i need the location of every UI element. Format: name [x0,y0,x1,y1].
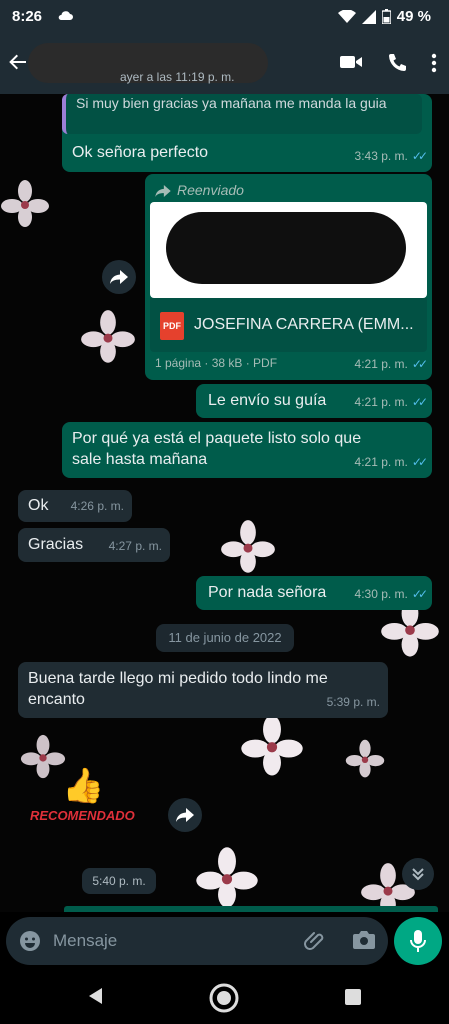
scroll-to-bottom-button[interactable] [402,858,434,890]
forwarded-document-message[interactable]: Reenviado PDF JOSEFINA CARRERA (EMM... 1… [145,174,432,380]
pdf-file-icon: PDF [160,312,184,340]
read-ticks-icon: ✓✓ [411,395,428,409]
incoming-message[interactable]: Gracias 4:27 p. m. [18,528,170,562]
microphone-icon [410,930,426,952]
date-separator: 11 de junio de 2022 [156,624,294,652]
read-ticks-icon: ✓✓ [411,587,428,601]
blossom-decoration [196,847,258,908]
chat-area[interactable]: Si muy bien gracias ya mañana me manda l… [0,94,449,912]
incoming-message[interactable]: Ok 4:26 p. m. [18,490,132,522]
incoming-message[interactable]: Buena tarde llego mi pedido todo lindo m… [18,662,388,718]
outgoing-message[interactable]: Por nada señora 4:30 p. m. ✓✓ [196,576,432,610]
status-bar: 8:26 49 % [0,0,449,34]
forward-button[interactable] [168,798,202,832]
sticker-text: Recomendado [30,808,135,823]
read-ticks-icon: ✓✓ [411,357,428,371]
double-chevron-down-icon [412,868,424,881]
message-time: 3:43 p. m. [354,149,408,163]
forward-icon [110,270,128,284]
message-edge [64,906,438,912]
message-time: 4:26 p. m. [70,499,124,513]
back-nav-icon[interactable] [86,986,104,1006]
attach-icon[interactable] [304,929,328,953]
message-text: Le envío su guía [208,392,327,409]
cloud-icon [58,11,73,20]
message-time: 4:21 p. m. [354,357,408,371]
message-time: 5:40 p. m. [92,874,146,888]
message-time: 5:39 p. m. [326,695,380,709]
message-time: 4:30 p. m. [354,587,408,601]
video-call-icon[interactable] [339,53,363,71]
android-navigation-bar [0,972,449,1024]
outgoing-message[interactable]: Si muy bien gracias ya mañana me manda l… [62,94,432,172]
wifi-icon [337,9,356,23]
more-options-icon[interactable] [431,53,437,73]
message-text: Por qué ya está el paquete listo solo qu… [72,430,362,468]
document-name: JOSEFINA CARRERA (EMM... [194,316,414,333]
back-arrow-icon[interactable] [8,52,28,72]
chat-header: ayer a las 11:19 p. m. [0,34,449,94]
blossom-decoration [241,715,303,776]
forwarded-icon [155,184,171,197]
battery-percent: 49 % [396,8,431,25]
message-text: Buena tarde llego mi pedido todo lindo m… [28,670,328,708]
sticker-time-chip: 5:40 p. m. [82,868,156,894]
message-text: Gracias [28,536,84,553]
sticker-message[interactable]: 👍 Recomendado [18,764,168,834]
message-text: Ok [28,497,49,514]
recents-nav-icon[interactable] [344,988,362,1006]
forward-button[interactable] [102,260,136,294]
blossom-decoration [345,739,385,778]
document-info[interactable]: PDF JOSEFINA CARRERA (EMM... [150,298,427,352]
message-input[interactable]: Mensaje [53,931,117,951]
document-meta: 1 página · 38 kB · PDF [155,356,278,370]
redacted-area [166,212,406,284]
message-time: 4:27 p. m. [108,539,162,553]
quoted-text: Si muy bien gracias ya mañana me manda l… [76,95,387,111]
thumbs-up-icon: 👍 [62,767,105,805]
message-time: 4:21 p. m. [354,455,408,469]
blossom-decoration [81,310,135,363]
read-ticks-icon: ✓✓ [411,149,428,163]
message-text: Por nada señora [208,584,327,601]
battery-icon [381,9,391,24]
phone-icon[interactable] [387,53,407,73]
message-composer[interactable]: Mensaje [6,917,388,965]
emoji-icon[interactable] [18,929,42,953]
quoted-message[interactable]: Si muy bien gracias ya mañana me manda l… [62,94,422,134]
last-seen: ayer a las 11:19 p. m. [120,70,235,84]
voice-record-button[interactable] [394,917,442,965]
blossom-decoration [1,180,49,227]
home-nav-icon[interactable] [208,982,240,1014]
blossom-decoration [221,520,275,573]
document-preview[interactable] [150,202,427,298]
camera-icon[interactable] [352,929,376,951]
forward-icon [176,808,194,822]
status-time: 8:26 [12,8,43,25]
forwarded-label: Reenviado [177,182,244,198]
outgoing-message[interactable]: Por qué ya está el paquete listo solo qu… [62,422,432,478]
message-text: Ok señora perfecto [72,144,209,161]
message-time: 4:21 p. m. [354,395,408,409]
signal-icon [361,9,376,24]
outgoing-message[interactable]: Le envío su guía 4:21 p. m. ✓✓ [196,384,432,418]
read-ticks-icon: ✓✓ [411,455,428,469]
